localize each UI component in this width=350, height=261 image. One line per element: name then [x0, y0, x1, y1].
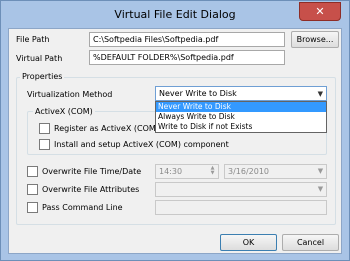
- overwrite-attributes-checkbox[interactable]: [27, 184, 38, 195]
- overwrite-attributes-select[interactable]: ▼: [155, 182, 327, 197]
- spinner-arrows-icon: ▲ ▼: [210, 165, 215, 176]
- chevron-down-icon: ▼: [317, 90, 323, 98]
- virtualization-selected-value: Never Write to Disk: [159, 89, 237, 98]
- overwrite-attributes-label: Overwrite File Attributes: [42, 185, 140, 194]
- pass-command-line-label: Pass Command Line: [42, 203, 123, 212]
- dropdown-option-write-if-not-exists[interactable]: Write to Disk if not Exists: [156, 122, 326, 132]
- activex-group-label: ActiveX (COM): [33, 106, 95, 117]
- dropdown-option-never-write[interactable]: Never Write to Disk: [156, 102, 326, 112]
- calendar-dropdown-icon: ▼: [317, 167, 324, 175]
- virtual-path-label: Virtual Path: [16, 54, 63, 63]
- dialog-window: Virtual File Edit Dialog ✕ File Path C:\…: [0, 0, 350, 261]
- virtualization-method-label: Virtualization Method: [27, 90, 113, 99]
- install-activex-checkbox[interactable]: [39, 139, 50, 150]
- close-button[interactable]: ✕: [299, 2, 341, 21]
- file-path-label: File Path: [16, 35, 50, 44]
- register-activex-checkbox[interactable]: [39, 123, 50, 134]
- overwrite-time-value: 14:30: [159, 167, 183, 176]
- pass-command-line-input[interactable]: [155, 200, 327, 215]
- overwrite-time-label: Overwrite File Time/Date: [42, 167, 142, 176]
- properties-group-label: Properties: [20, 71, 65, 82]
- pass-command-line-checkbox[interactable]: [27, 202, 38, 213]
- dialog-title: Virtual File Edit Dialog: [114, 8, 236, 21]
- overwrite-date-value: 3/16/2010: [228, 167, 270, 176]
- overwrite-time-input[interactable]: 14:30 ▲ ▼: [155, 164, 219, 179]
- file-path-input[interactable]: C:\Softpedia Files\Softpedia.pdf: [89, 32, 285, 47]
- chevron-down-icon: ▼: [317, 185, 324, 193]
- dropdown-option-always-write[interactable]: Always Write to Disk: [156, 112, 326, 122]
- cancel-button[interactable]: Cancel: [282, 234, 339, 251]
- virtual-path-input[interactable]: %DEFAULT FOLDER%\Softpedia.pdf: [89, 50, 285, 65]
- virtualization-method-select[interactable]: Never Write to Disk ▼: [155, 86, 327, 101]
- close-icon: ✕: [315, 5, 325, 18]
- install-activex-label: Install and setup ActiveX (COM) componen…: [54, 140, 229, 149]
- overwrite-time-checkbox[interactable]: [27, 166, 38, 177]
- browse-button[interactable]: Browse...: [291, 31, 339, 48]
- ok-button[interactable]: OK: [220, 234, 277, 251]
- dialog-body: File Path C:\Softpedia Files\Softpedia.p…: [8, 28, 342, 254]
- virtualization-dropdown-list: Never Write to Disk Always Write to Disk…: [155, 101, 327, 133]
- overwrite-date-input[interactable]: 3/16/2010 ▼: [224, 164, 327, 179]
